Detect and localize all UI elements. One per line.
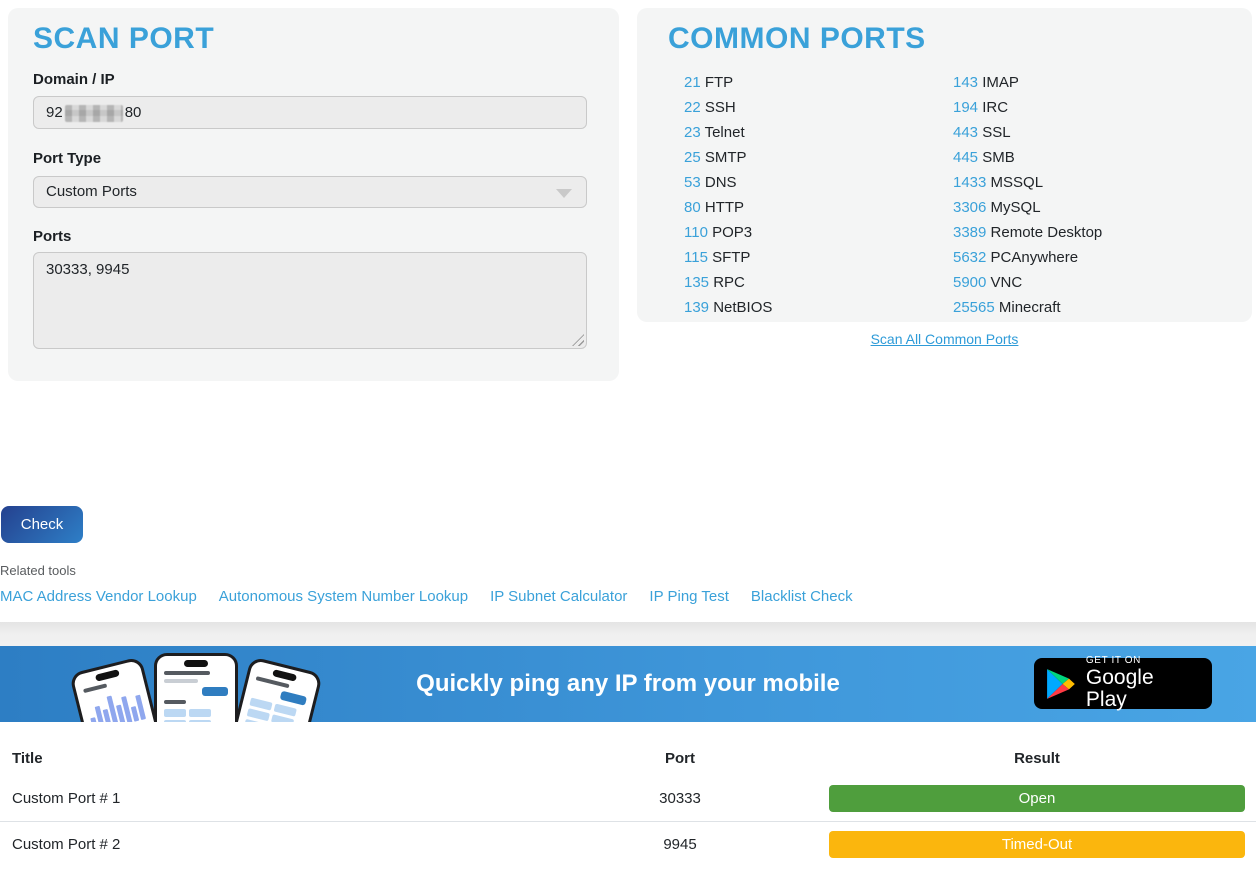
link-asn-lookup[interactable]: Autonomous System Number Lookup: [219, 588, 468, 605]
common-port-item: 5632 PCAnywhere: [953, 245, 1102, 270]
common-port-item: 115 SFTP: [684, 245, 772, 270]
common-port-item: 5900 VNC: [953, 270, 1102, 295]
port-type-select[interactable]: Custom Ports: [33, 176, 587, 208]
common-ports-list-right: 143 IMAP 194 IRC 443 SSL 445 SMB 1433 MS…: [953, 70, 1102, 320]
header-title: Title: [0, 750, 560, 767]
chevron-down-icon: [556, 189, 572, 198]
common-port-item: 1433 MSSQL: [953, 170, 1102, 195]
status-badge-timed-out: Timed-Out: [829, 831, 1245, 858]
common-port-item: 25565 Minecraft: [953, 295, 1102, 320]
result-row-port: 30333: [560, 790, 800, 807]
common-port-item: 23 Telnet: [684, 120, 772, 145]
result-row-port: 9945: [560, 836, 800, 853]
common-port-item: 3389 Remote Desktop: [953, 220, 1102, 245]
google-play-label: Google Play: [1086, 667, 1200, 711]
result-row-title: Custom Port # 1: [0, 790, 560, 807]
google-play-badge[interactable]: GET IT ON Google Play: [1034, 658, 1212, 709]
page-title: SCAN PORT: [33, 22, 214, 56]
link-ip-subnet-calculator[interactable]: IP Subnet Calculator: [490, 588, 627, 605]
domain-ip-value-prefix: 92: [46, 104, 63, 121]
scan-port-panel: SCAN PORT Domain / IP 92 80 Port Type Cus…: [8, 8, 619, 381]
link-ip-ping-test[interactable]: IP Ping Test: [649, 588, 729, 605]
common-port-item: 25 SMTP: [684, 145, 772, 170]
related-tools-links: MAC Address Vendor Lookup Autonomous Sys…: [0, 588, 853, 605]
common-port-item: 22 SSH: [684, 95, 772, 120]
common-ports-panel: COMMON PORTS 21 FTP 22 SSH 23 Telnet 25 …: [637, 8, 1252, 322]
ports-label: Ports: [33, 228, 71, 245]
domain-ip-value-suffix: 80: [125, 104, 142, 121]
link-blacklist-check[interactable]: Blacklist Check: [751, 588, 853, 605]
header-result: Result: [800, 750, 1256, 767]
common-port-item: 3306 MySQL: [953, 195, 1102, 220]
phone-mockup-center: [154, 653, 238, 722]
redacted-ip-blur: [65, 105, 123, 122]
header-port: Port: [560, 750, 800, 767]
mobile-app-promo-banner: Quickly ping any IP from your mobile GET…: [0, 646, 1256, 722]
link-mac-address-vendor-lookup[interactable]: MAC Address Vendor Lookup: [0, 588, 197, 605]
common-port-item: 53 DNS: [684, 170, 772, 195]
section-divider-strip: [0, 622, 1256, 646]
common-port-item: 443 SSL: [953, 120, 1102, 145]
google-play-badge-text: GET IT ON Google Play: [1086, 656, 1200, 711]
common-port-item: 80 HTTP: [684, 195, 772, 220]
ports-textarea[interactable]: 30333, 9945: [33, 252, 587, 349]
port-type-selected-value: Custom Ports: [46, 183, 137, 200]
domain-ip-input[interactable]: 92 80: [33, 96, 587, 129]
scan-results-table: Title Port Result Custom Port # 1 30333 …: [0, 740, 1256, 866]
common-ports-list-left: 21 FTP 22 SSH 23 Telnet 25 SMTP 53 DNS 8…: [684, 70, 772, 320]
common-port-item: 21 FTP: [684, 70, 772, 95]
common-port-item: 194 IRC: [953, 95, 1102, 120]
common-port-item: 139 NetBIOS: [684, 295, 772, 320]
status-badge-open: Open: [829, 785, 1245, 812]
scan-all-wrap: Scan All Common Ports: [637, 331, 1252, 349]
scan-port-page: SCAN PORT Domain / IP 92 80 Port Type Cus…: [0, 0, 1256, 875]
ports-value: 30333, 9945: [46, 261, 129, 278]
common-ports-title: COMMON PORTS: [668, 22, 926, 56]
scan-all-common-ports-link[interactable]: Scan All Common Ports: [871, 331, 1019, 347]
table-row: Custom Port # 1 30333 Open: [0, 776, 1256, 821]
common-port-item: 445 SMB: [953, 145, 1102, 170]
resize-handle-icon[interactable]: [572, 334, 584, 346]
common-port-item: 143 IMAP: [953, 70, 1102, 95]
table-row: Custom Port # 2 9945 Timed-Out: [0, 821, 1256, 866]
check-button[interactable]: Check: [1, 506, 83, 543]
results-header-row: Title Port Result: [0, 740, 1256, 776]
google-play-icon: [1046, 668, 1076, 700]
related-tools-label: Related tools: [0, 563, 76, 578]
port-type-label: Port Type: [33, 150, 101, 167]
result-row-title: Custom Port # 2: [0, 836, 560, 853]
domain-ip-label: Domain / IP: [33, 71, 115, 88]
common-port-item: 110 POP3: [684, 220, 772, 245]
common-port-item: 135 RPC: [684, 270, 772, 295]
